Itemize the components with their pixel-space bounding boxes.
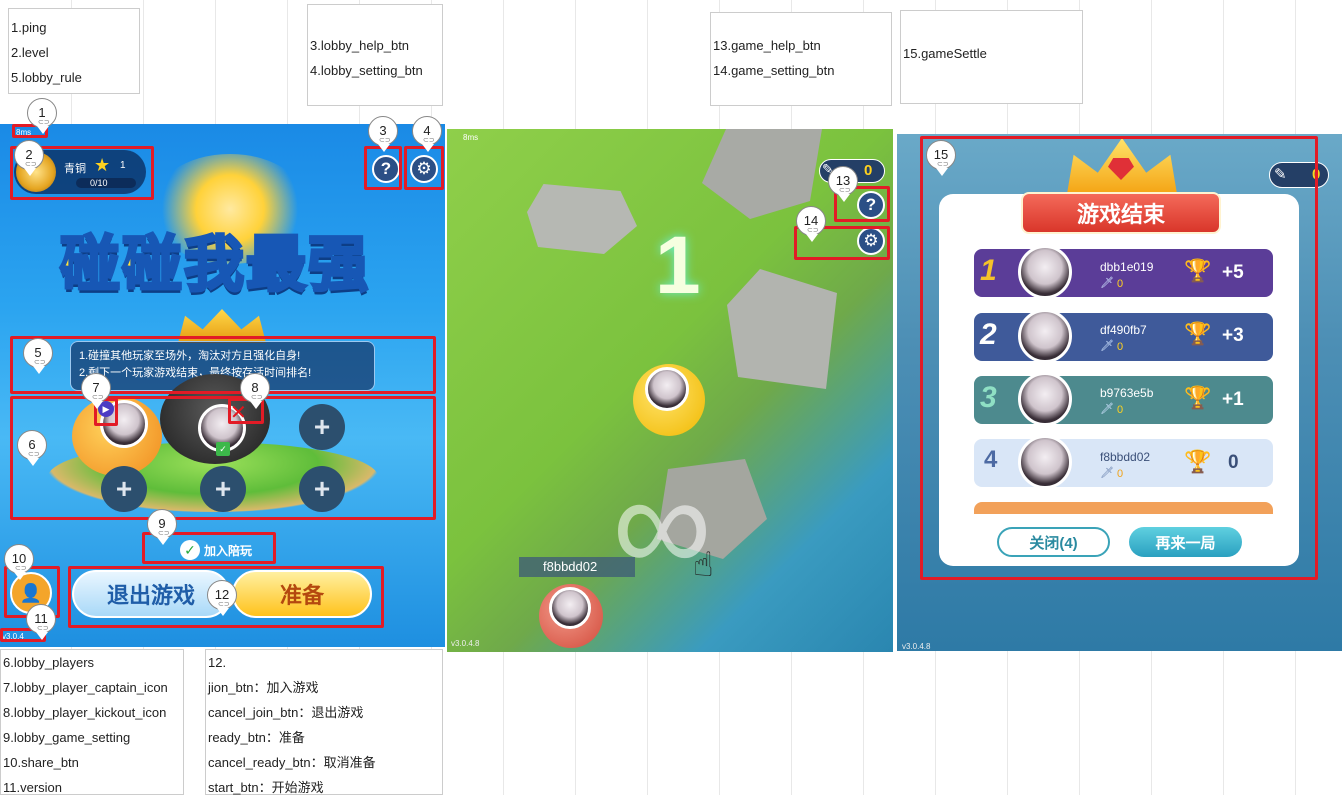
note-top-left: 1.ping 2.level 5.lobby_rule	[8, 8, 140, 94]
pin-7: 7 ⊂⊃	[81, 373, 111, 409]
note-top-settle: 15.gameSettle	[900, 10, 1083, 104]
link-icon: ⊂⊃	[34, 359, 46, 366]
note-line: 3.lobby_help_btn	[310, 38, 410, 53]
note-line: cancel_join_btn：退出游戏	[208, 705, 364, 720]
pin-11: 11 ⊂⊃	[26, 604, 56, 640]
pin-1: 1 ⊂⊃	[27, 98, 57, 134]
note-line: 1.ping	[11, 20, 47, 35]
ping-label: 8ms	[463, 133, 479, 142]
pin-8: 8 ⊂⊃	[240, 373, 270, 409]
rock-3	[727, 269, 837, 389]
rock-1	[527, 184, 637, 254]
note-line: 15.gameSettle	[903, 46, 987, 61]
note-line: 4.lobby_setting_btn	[310, 63, 423, 78]
note-line: 6.lobby_players	[3, 655, 95, 670]
rock-2	[702, 129, 822, 219]
version-label: v3.0.4.8	[902, 642, 931, 651]
link-icon: ⊂⊃	[28, 451, 40, 458]
link-icon: ⊂⊃	[379, 137, 391, 144]
note-line: 7.lobby_player_captain_icon	[3, 680, 168, 695]
note-line: start_btn：开始游戏	[208, 780, 324, 795]
note-top-game: 13.game_help_btn 14.game_setting_btn	[710, 12, 892, 106]
link-icon: ⊂⊃	[251, 394, 263, 401]
link-icon: ⊂⊃	[158, 530, 170, 537]
pin-14: 14 ⊂⊃	[796, 206, 826, 242]
version-label: v3.0.4.8	[451, 639, 480, 648]
hand-icon: ☝	[693, 546, 714, 584]
note-line: 12.	[208, 655, 227, 670]
annot-settle	[920, 136, 1318, 580]
pin-9: 9 ⊂⊃	[147, 509, 177, 545]
pin-12: 12 ⊂⊃	[207, 580, 237, 616]
note-line: ready_btn：准备	[208, 730, 305, 745]
note-line: 14.game_setting_btn	[713, 63, 835, 78]
annot-help	[364, 146, 402, 190]
pin-13: 13 ⊂⊃	[828, 166, 858, 202]
note-line: 10.share_btn	[3, 755, 79, 770]
note-line: 2.level	[11, 45, 49, 60]
annot-setting	[404, 146, 444, 190]
note-line: 9.lobby_game_setting	[3, 730, 131, 745]
pin-2: 2 ⊂⊃	[14, 140, 44, 176]
player-name-tag: f8bbdd02	[519, 557, 635, 577]
link-icon: ⊂⊃	[423, 137, 435, 144]
link-icon: ⊂⊃	[15, 565, 27, 572]
pin-3: 3 ⊂⊃	[368, 116, 398, 152]
note-line: 8.lobby_player_kickout_icon	[3, 705, 167, 720]
link-icon: ⊂⊃	[92, 394, 104, 401]
note-line: cancel_ready_btn：取消准备	[208, 755, 376, 770]
link-icon: ⊂⊃	[218, 601, 230, 608]
pin-6: 6 ⊂⊃	[17, 430, 47, 466]
opponent-avatar	[549, 587, 591, 629]
link-icon: ⊂⊃	[937, 161, 949, 168]
link-icon: ⊂⊃	[807, 227, 819, 234]
pin-4: 4 ⊂⊃	[412, 116, 442, 152]
note-line: 5.lobby_rule	[11, 70, 82, 85]
note-bottom-right: 12. jion_btn：加入游戏 cancel_join_btn：退出游戏 r…	[205, 649, 443, 795]
note-line: 11.version	[3, 780, 63, 795]
pin-10: 10 ⊂⊃	[4, 544, 34, 580]
player-avatar	[645, 367, 689, 411]
countdown-number: 1	[655, 220, 701, 311]
link-icon: ⊂⊃	[25, 161, 37, 168]
pin-15: 15 ⊂⊃	[926, 140, 956, 176]
note-line: jion_btn：加入游戏	[208, 680, 319, 695]
note-bottom-left: 6.lobby_players 7.lobby_player_captain_i…	[0, 649, 184, 795]
link-icon: ⊂⊃	[37, 625, 49, 632]
note-top-mid: 3.lobby_help_btn 4.lobby_setting_btn	[307, 4, 443, 106]
pin-5: 5 ⊂⊃	[23, 338, 53, 374]
link-icon: ⊂⊃	[38, 119, 50, 126]
score-value: 0	[864, 162, 873, 179]
note-line: 13.game_help_btn	[713, 38, 821, 53]
annot-rule	[10, 336, 436, 394]
game-title: 碰碰我最强	[59, 229, 370, 302]
link-icon: ⊂⊃	[839, 187, 851, 194]
game-screen: 8ms 1 ✎ 0 ? ⚙ ∞ ☝ f8bbdd02 v3.0.4.8	[447, 129, 893, 652]
annot-players	[10, 396, 436, 520]
